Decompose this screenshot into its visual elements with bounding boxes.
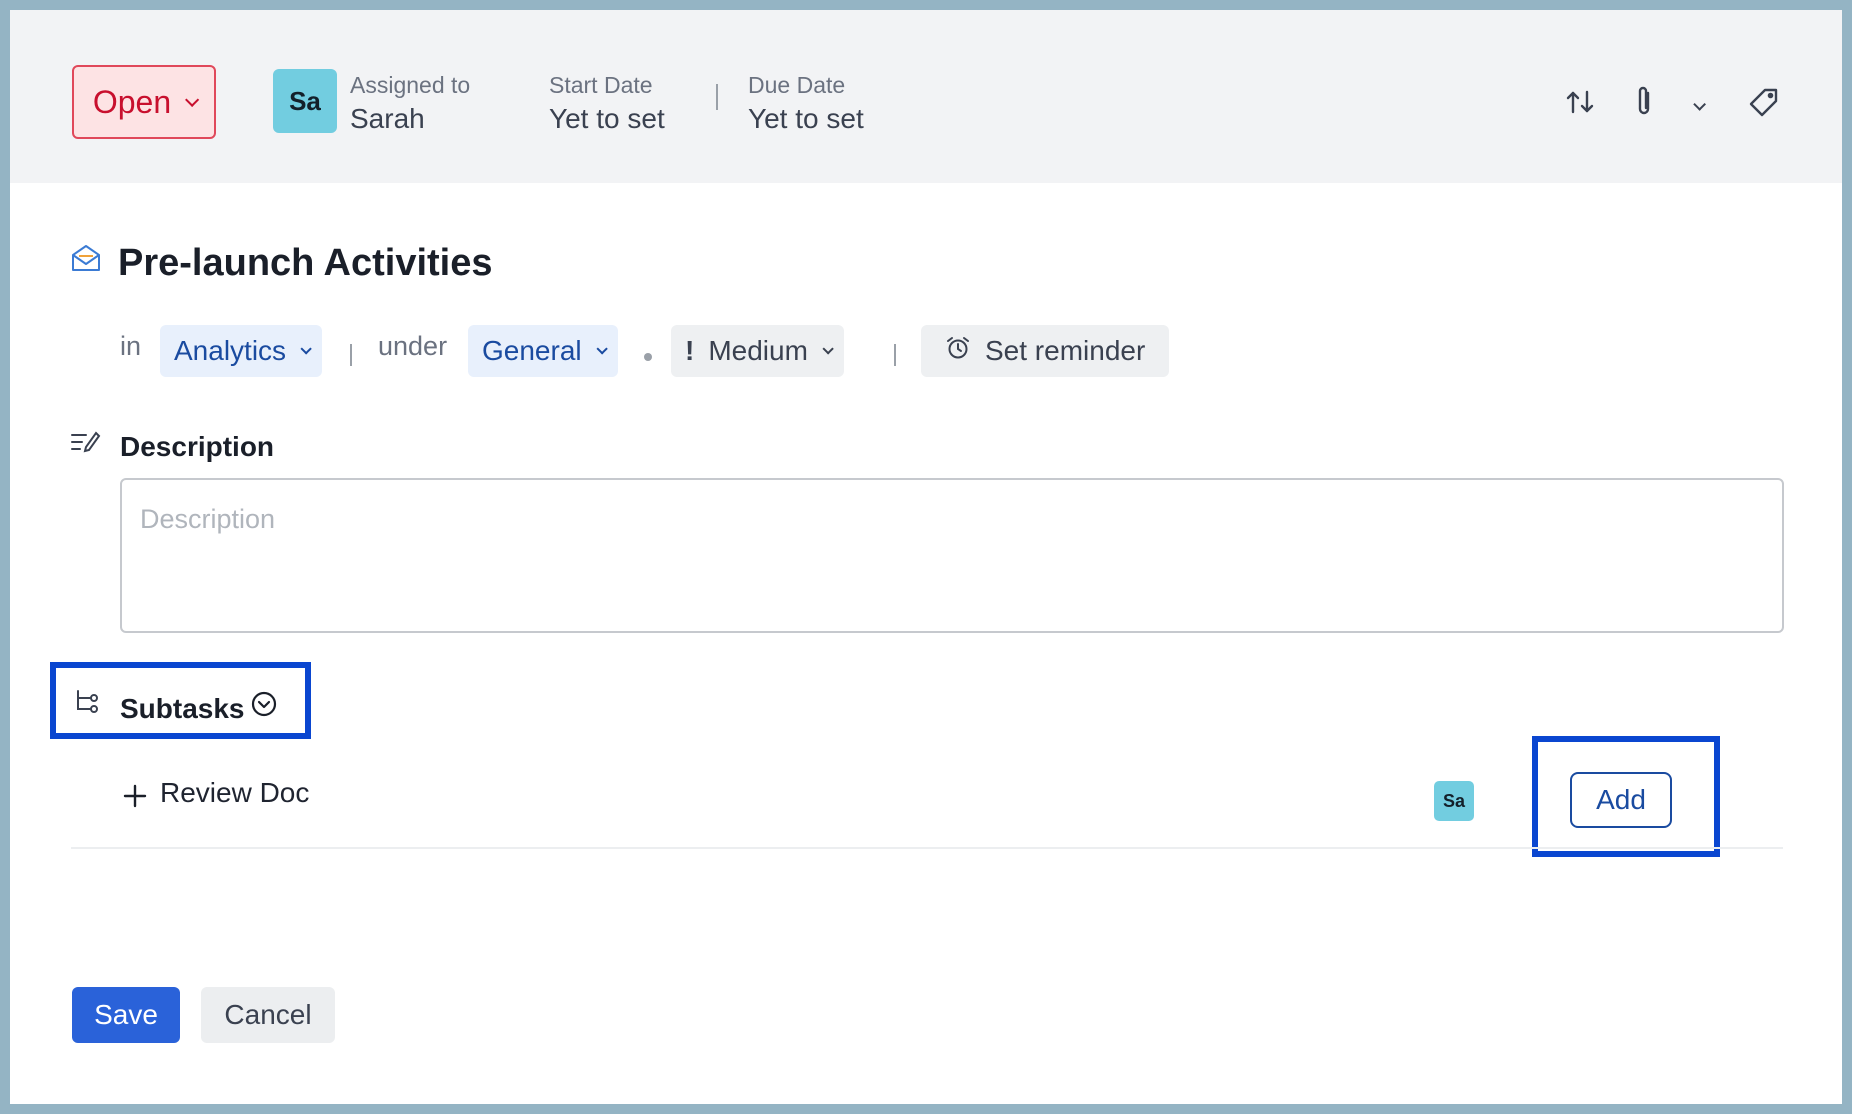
chevron-down-icon[interactable] — [1693, 98, 1706, 116]
description-input[interactable] — [120, 478, 1784, 633]
alarm-clock-icon — [945, 335, 971, 368]
priority-label: Medium — [708, 335, 808, 366]
subtask-row-divider — [71, 847, 1783, 849]
assigned-to-label: Assigned to — [350, 72, 471, 98]
meta-dot-separator — [644, 353, 652, 361]
date-divider — [716, 84, 718, 110]
under-label: under — [378, 331, 448, 361]
tasklist-dropdown[interactable]: General — [468, 325, 618, 377]
envelope-open-icon — [70, 243, 102, 278]
start-date-value[interactable]: Yet to set — [549, 103, 665, 135]
meta-divider — [894, 344, 896, 366]
in-label: in — [120, 331, 142, 361]
tasklist-name: General — [482, 335, 582, 366]
plus-icon — [122, 783, 148, 814]
chevron-down-icon — [822, 343, 834, 355]
start-date-label: Start Date — [549, 72, 653, 98]
chevron-down-icon — [300, 343, 312, 355]
cancel-button[interactable]: Cancel — [201, 987, 335, 1043]
project-name: Analytics — [174, 335, 287, 366]
due-date-label: Due Date — [748, 72, 846, 98]
assignee-name[interactable]: Sarah — [350, 103, 425, 135]
subtask-tree-icon — [74, 688, 102, 721]
description-label: Description — [120, 431, 275, 462]
description-icon — [70, 430, 102, 463]
exclamation-icon: ! — [685, 335, 695, 366]
chevron-down-icon — [185, 92, 200, 107]
meta-divider — [350, 344, 352, 366]
reminder-label: Set reminder — [985, 335, 1146, 366]
swap-icon[interactable] — [1564, 88, 1596, 121]
new-subtask-input[interactable] — [160, 768, 1060, 818]
status-label: Open — [92, 83, 172, 120]
subtask-assignee-avatar[interactable]: Sa — [1434, 781, 1474, 821]
subtasks-label: Subtasks — [120, 693, 245, 724]
status-dropdown[interactable]: Open — [72, 65, 216, 139]
task-header: Open Sa Assigned to Sarah Start Date Yet… — [10, 10, 1842, 183]
chevron-down-icon — [596, 343, 608, 355]
assignee-avatar[interactable]: Sa — [273, 69, 337, 133]
save-button[interactable]: Save — [72, 987, 180, 1043]
priority-dropdown[interactable]: ! Medium — [671, 325, 844, 377]
task-title[interactable]: Pre-launch Activities — [118, 242, 493, 285]
set-reminder-button[interactable]: Set reminder — [921, 325, 1170, 377]
add-subtask-button[interactable]: Add — [1570, 772, 1672, 828]
subtasks-collapse-toggle[interactable] — [250, 690, 278, 723]
project-dropdown[interactable]: Analytics — [160, 325, 323, 377]
paperclip-icon[interactable] — [1634, 85, 1654, 124]
tag-icon[interactable] — [1748, 87, 1780, 124]
due-date-value[interactable]: Yet to set — [748, 103, 864, 135]
task-detail-panel: Open Sa Assigned to Sarah Start Date Yet… — [10, 10, 1842, 1104]
